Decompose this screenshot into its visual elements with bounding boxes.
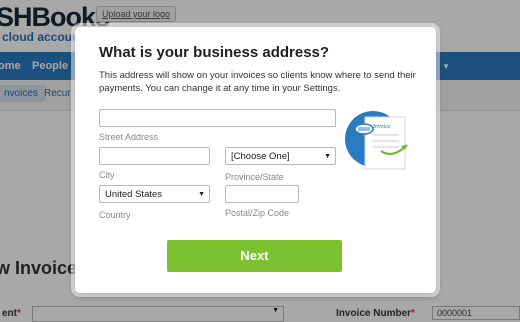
country-selected-value: United States xyxy=(105,189,163,200)
city-label: City xyxy=(99,170,115,180)
country-label: Country xyxy=(99,210,131,220)
chevron-down-icon: ▼ xyxy=(198,191,205,198)
illustration-invoice-text: Invoice xyxy=(372,124,391,130)
city-input[interactable] xyxy=(99,147,210,165)
province-label: Province/State xyxy=(225,172,284,182)
business-address-modal: What is your business address? This addr… xyxy=(75,27,436,293)
street-address-input[interactable] xyxy=(99,109,336,127)
street-address-label: Street Address xyxy=(99,132,159,142)
invoice-illustration: Invoice xyxy=(343,109,413,179)
province-selected-value: [Choose One] xyxy=(231,151,290,162)
country-select[interactable]: United States ▼ xyxy=(99,185,210,203)
modal-title: What is your business address? xyxy=(99,44,330,61)
next-button[interactable]: Next xyxy=(167,240,342,272)
postal-code-input[interactable] xyxy=(225,185,299,203)
province-select[interactable]: [Choose One] ▼ xyxy=(225,147,336,165)
chevron-down-icon: ▼ xyxy=(324,153,331,160)
postal-code-label: Postal/Zip Code xyxy=(225,208,290,218)
modal-description: This address will show on your invoices … xyxy=(99,70,416,94)
